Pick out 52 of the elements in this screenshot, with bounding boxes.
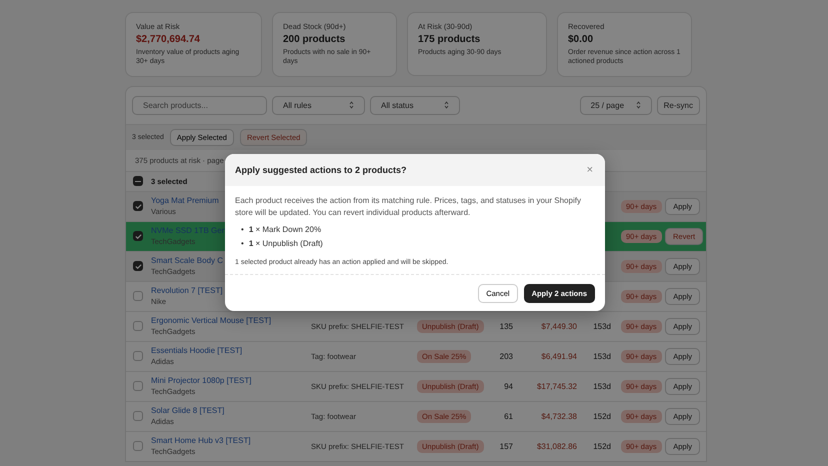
search-field[interactable]: Search products... <box>132 96 267 115</box>
row-checkbox[interactable] <box>133 381 143 392</box>
product-link[interactable]: Mini Projector 1080p [TEST] <box>151 376 252 386</box>
stat-value: $0.00 <box>568 34 594 45</box>
row-checkbox[interactable] <box>133 231 143 242</box>
value-text: $17,745.32 <box>536 382 577 391</box>
value-text: $7,449.30 <box>540 322 577 331</box>
dialog-message: Each product receives the action from its matching rule. Prices, tags, and statuses in your Shopify store will be updated. You can revert individual products afterward. <box>235 195 582 219</box>
select-all-checkbox[interactable] <box>133 176 143 186</box>
row-checkbox[interactable] <box>133 201 143 212</box>
stat-value: 175 products <box>418 34 482 45</box>
page-size-dropdown[interactable]: 25 / page <box>580 96 652 115</box>
updown-icon <box>349 101 354 110</box>
age-text: 153d <box>592 352 611 361</box>
quantity-text: 203 <box>498 352 513 361</box>
stat-value: $2,770,694.74 <box>136 34 201 45</box>
product-link[interactable]: Ergonomic Vertical Mouse [TEST] <box>151 316 272 326</box>
age-text: 152d <box>592 412 611 421</box>
product-link[interactable]: Solar Glide 8 [TEST] <box>151 406 224 416</box>
product-link[interactable]: Essentials Hoodie [TEST] <box>151 346 242 356</box>
row-checkbox[interactable] <box>133 321 143 332</box>
product-link[interactable]: Smart Scale Body C <box>151 256 224 266</box>
row-checkbox[interactable] <box>133 291 143 302</box>
row-checkbox[interactable] <box>133 441 143 452</box>
status-dropdown[interactable]: All status <box>370 96 460 115</box>
quantity-text: 94 <box>503 382 513 391</box>
age-text: 153d <box>592 382 611 391</box>
bullet-mark: • <box>241 225 244 236</box>
value-text: $31,082.86 <box>536 442 577 451</box>
updown-icon <box>636 101 641 110</box>
updown-icon <box>444 101 449 110</box>
bullet-mark: • <box>241 239 244 250</box>
product-link[interactable]: Smart Home Hub v3 [TEST] <box>151 436 251 446</box>
action-summary: 1 × Unpublish (Draft) <box>248 239 323 250</box>
stat-value: 200 products <box>283 34 346 45</box>
quantity-text: 61 <box>503 412 513 421</box>
action-summary: 1 × Mark Down 20% <box>248 225 322 236</box>
resync-button[interactable]: Re-sync <box>656 96 700 115</box>
value-text: $4,732.38 <box>540 412 577 421</box>
product-link[interactable]: Yoga Mat Premium <box>151 196 219 206</box>
age-text: 152d <box>592 442 611 451</box>
rule-dropdown[interactable]: All rules <box>272 96 365 115</box>
row-checkbox[interactable] <box>133 261 143 272</box>
quantity-text: 135 <box>498 322 513 331</box>
product-link[interactable]: Revolution 7 [TEST] <box>151 286 223 296</box>
quantity-text: 157 <box>498 442 513 451</box>
value-text: $6,491.94 <box>540 352 577 361</box>
dialog-title: Apply suggested actions to 2 products? <box>235 165 407 175</box>
row-checkbox[interactable] <box>133 411 143 422</box>
row-checkbox[interactable] <box>133 351 143 362</box>
age-text: 153d <box>592 322 611 331</box>
close-button[interactable]: × <box>586 164 593 176</box>
